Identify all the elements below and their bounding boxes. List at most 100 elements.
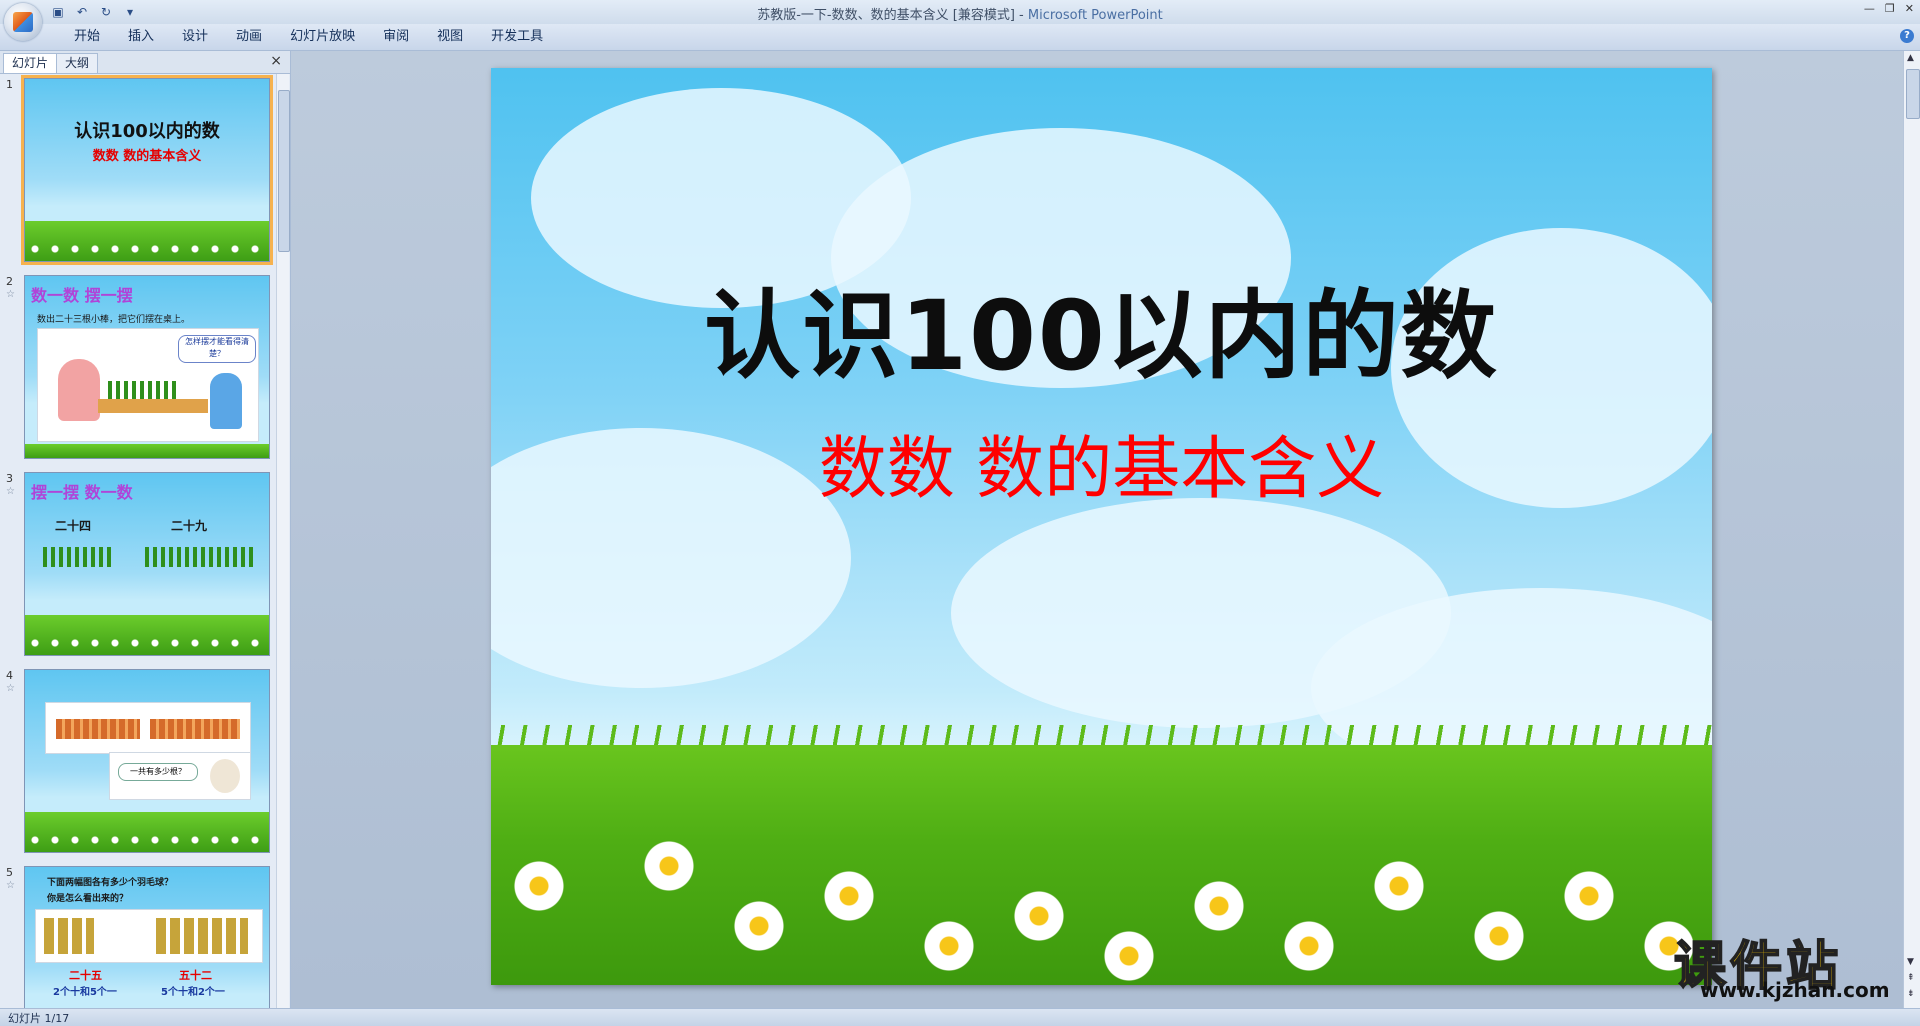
- sticks-illustration: [43, 547, 115, 567]
- thumbnail-text: 数出二十三根小棒，把它们摆在桌上。: [37, 315, 191, 325]
- current-slide[interactable]: 认识100以内的数 数数 数的基本含义: [491, 68, 1712, 985]
- status-bar: 幻灯片 1/17: [0, 1008, 1920, 1026]
- thumbnail-row[interactable]: 3 ☆ 摆一摆 数一数 二十四 二十九: [0, 468, 274, 658]
- bundles-illustration: [56, 719, 140, 739]
- window-title: 苏教版-一下-数数、数的基本含义 [兼容模式] - Microsoft Powe…: [0, 4, 1920, 23]
- close-icon[interactable]: ✕: [1905, 2, 1914, 15]
- tab-view[interactable]: 视图: [423, 29, 477, 45]
- thumbnail-row[interactable]: 2 ☆ 数一数 摆一摆 数出二十三根小棒，把它们摆在桌上。 怎样摆才能看得清楚？: [0, 271, 274, 461]
- animation-star-icon: ☆: [6, 289, 15, 300]
- watermark-url: www.kjzhan.com: [1700, 978, 1890, 1002]
- slide-title[interactable]: 认识100以内的数: [491, 258, 1712, 397]
- slide-scrollbar[interactable]: ▲ ▼ ⇞ ⇟: [1903, 51, 1920, 1008]
- animation-star-icon: ☆: [6, 683, 15, 694]
- thumbnail-heading: 数一数 摆一摆: [31, 286, 133, 305]
- slide-number: 2: [6, 275, 13, 288]
- slide-thumbnail-2[interactable]: 数一数 摆一摆 数出二十三根小棒，把它们摆在桌上。 怎样摆才能看得清楚？: [24, 275, 270, 459]
- tab-slides[interactable]: 幻灯片: [3, 53, 58, 73]
- flowers-decoration: [25, 241, 269, 257]
- slide-thumbnail-3[interactable]: 摆一摆 数一数 二十四 二十九: [24, 472, 270, 656]
- slide-subtitle[interactable]: 数数 数的基本含义: [491, 413, 1712, 512]
- ribbon-tabs: 开始 插入 设计 动画 幻灯片放映 审阅 视图 开发工具: [60, 29, 557, 45]
- thumbnail-note: 2个十和5个一: [53, 987, 117, 998]
- ribbon: 开始 插入 设计 动画 幻灯片放映 审阅 视图 开发工具 ?: [0, 24, 1920, 51]
- tab-review[interactable]: 审阅: [369, 29, 423, 45]
- scrollbar-thumb[interactable]: [278, 90, 290, 252]
- daisy-decoration: [921, 918, 977, 974]
- thumbnail-note: 5个十和2个一: [161, 987, 225, 998]
- title-separator: -: [1014, 8, 1028, 23]
- thumbnail-label: 二十五: [69, 969, 102, 982]
- thumbnail-row[interactable]: 1 认识100以内的数 数数 数的基本含义: [0, 74, 274, 265]
- watermark-logo: 课件站 www.kjzhan.com: [1670, 924, 1900, 1002]
- pane-close-icon[interactable]: ×: [270, 53, 282, 69]
- illustration-box: [45, 702, 251, 754]
- scrollbar-thumb[interactable]: [1906, 69, 1920, 119]
- tab-insert[interactable]: 插入: [114, 29, 168, 45]
- daisy-decoration: [1471, 908, 1527, 964]
- thumbnail-text: 你是怎么看出来的？: [47, 894, 129, 904]
- table-illustration: [98, 399, 208, 413]
- office-button[interactable]: [4, 3, 42, 41]
- tab-slideshow[interactable]: 幻灯片放映: [276, 29, 369, 45]
- restore-icon[interactable]: ❐: [1885, 2, 1895, 15]
- animation-star-icon: ☆: [6, 486, 15, 497]
- bundles-illustration: [150, 719, 240, 739]
- slide-editing-area: 认识100以内的数 数数 数的基本含义: [291, 51, 1903, 1008]
- tab-animations[interactable]: 动画: [222, 29, 276, 45]
- daisy-decoration: [1561, 868, 1617, 924]
- illustration-box: 怎样摆才能看得清楚？: [37, 328, 259, 442]
- pane-tabs: 幻灯片 大纲 ×: [0, 51, 290, 74]
- sheep-illustration: [210, 759, 240, 793]
- animation-star-icon: ☆: [6, 880, 15, 891]
- flowers-decoration: [25, 635, 269, 651]
- boy-illustration: [210, 373, 242, 429]
- shuttlecock-tubes: [44, 918, 94, 954]
- slide-thumbnail-1[interactable]: 认识100以内的数 数数 数的基本含义: [21, 75, 273, 265]
- slide-thumbnail-5[interactable]: 下面两幅图各有多少个羽毛球？ 你是怎么看出来的？ 二十五 五十二 2个十和5个一…: [24, 866, 270, 1008]
- speech-bubble: 一共有多少根？: [118, 763, 198, 781]
- app-name: Microsoft PowerPoint: [1027, 8, 1163, 23]
- next-slide-icon[interactable]: ⇟: [1907, 989, 1915, 999]
- tab-developer[interactable]: 开发工具: [477, 29, 557, 45]
- grass-decoration: [25, 444, 269, 458]
- tab-outline[interactable]: 大纲: [56, 53, 99, 73]
- scroll-down-icon[interactable]: ▼: [1907, 957, 1914, 967]
- thumbnail-row[interactable]: 5 ☆ 下面两幅图各有多少个羽毛球？ 你是怎么看出来的？ 二十五 五十二 2个十…: [0, 862, 274, 1008]
- slides-pane: 幻灯片 大纲 × 1 认识100以内的数 数数 数的基本含义 2 ☆ 数一数 摆…: [0, 51, 291, 1008]
- window-controls: — ❐ ✕: [1864, 2, 1914, 15]
- daisy-decoration: [821, 868, 877, 924]
- thumbnail-heading: 摆一摆 数一数: [31, 483, 133, 502]
- thumbnail-title: 认识100以内的数: [74, 121, 220, 142]
- minimize-icon[interactable]: —: [1864, 2, 1875, 15]
- slide-number: 4: [6, 669, 13, 682]
- slide-number: 5: [6, 866, 13, 879]
- office-logo-icon: [13, 12, 33, 32]
- thumbnail-label: 二十四: [55, 519, 92, 533]
- flowers-decoration: [25, 832, 269, 848]
- tab-home[interactable]: 开始: [60, 29, 114, 45]
- daisy-decoration: [1191, 878, 1247, 934]
- previous-slide-icon[interactable]: ⇞: [1907, 973, 1915, 983]
- shuttlecock-tubes: [156, 918, 248, 954]
- daisy-decoration: [731, 898, 787, 954]
- illustration-box: [35, 909, 263, 963]
- speech-bubble: 怎样摆才能看得清楚？: [178, 335, 256, 363]
- daisy-decoration: [1371, 858, 1427, 914]
- tab-design[interactable]: 设计: [168, 29, 222, 45]
- thumbnail-subtitle: 数数 数的基本含义: [92, 149, 202, 164]
- slide-counter: 幻灯片 1/17: [8, 1012, 70, 1025]
- daisy-decoration: [1281, 918, 1337, 974]
- daisy-decoration: [511, 858, 567, 914]
- thumbnail-row[interactable]: 4 ☆ 一共有多少根？: [0, 665, 274, 855]
- thumbnail-scrollbar[interactable]: [276, 74, 290, 1008]
- slide-number: 3: [6, 472, 13, 485]
- scroll-up-icon[interactable]: ▲: [1907, 53, 1914, 63]
- thumbnail-text: 下面两幅图各有多少个羽毛球？: [47, 878, 174, 888]
- daisy-decoration: [641, 838, 697, 894]
- help-icon[interactable]: ?: [1900, 29, 1914, 43]
- girl-illustration: [58, 359, 100, 421]
- slide-thumbnail-4[interactable]: 一共有多少根？: [24, 669, 270, 853]
- document-name: 苏教版-一下-数数、数的基本含义 [兼容模式]: [757, 8, 1015, 23]
- sticks-illustration: [145, 547, 255, 567]
